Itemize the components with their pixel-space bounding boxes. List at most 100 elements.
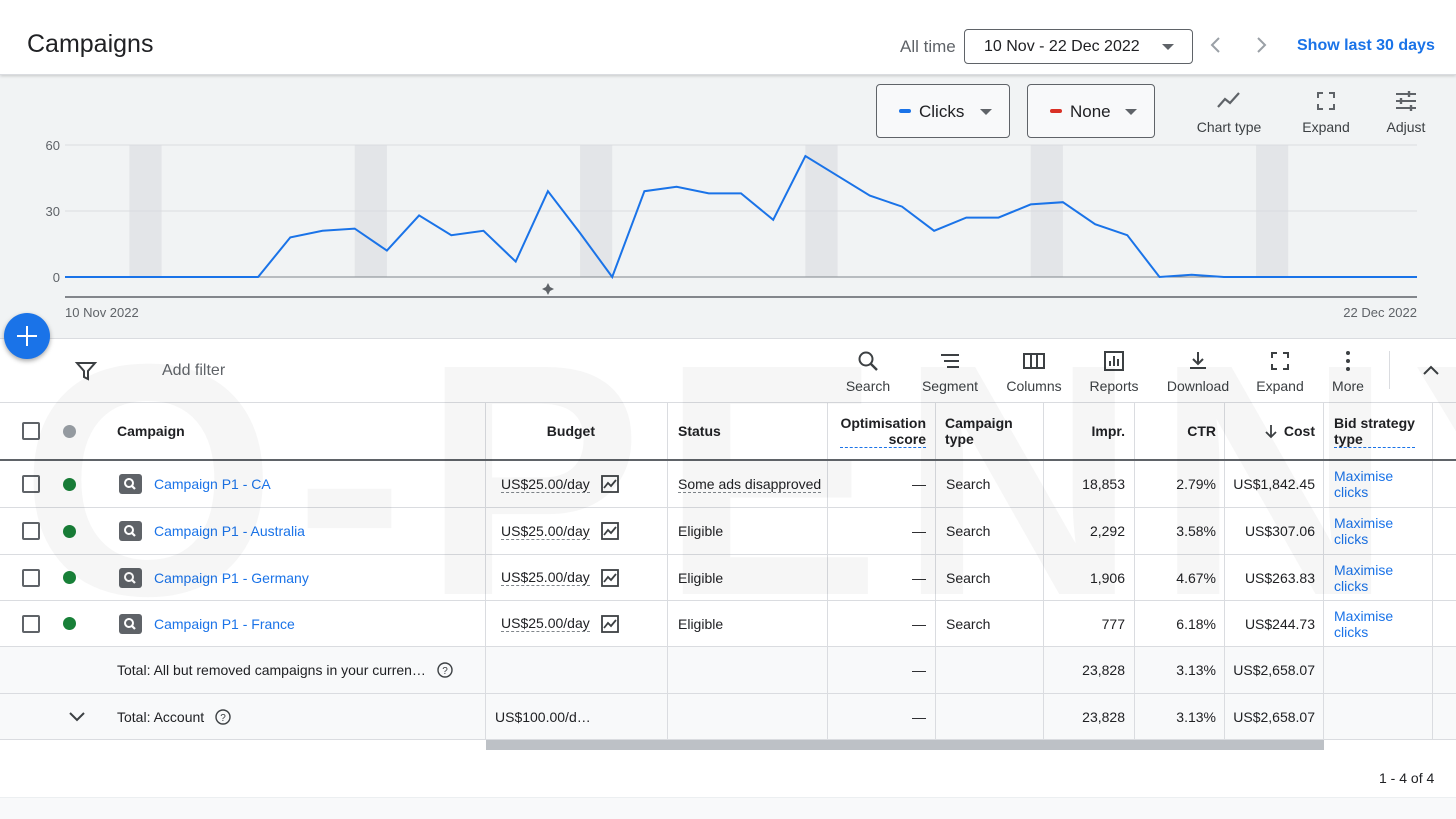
campaign-type-value: Search [946,476,991,492]
bid-strategy-link[interactable]: Maximise clicks [1334,562,1393,594]
budget-chart-icon[interactable] [600,521,620,541]
campaign-name-link[interactable]: Campaign P1 - France [154,616,295,632]
search-button[interactable]: Search [840,349,896,394]
row-checkbox[interactable] [22,522,40,540]
table-row: Campaign P1 - France US$25.00/day Eligib… [0,601,1456,647]
cost-value: US$307.06 [1244,523,1315,539]
show-last-30-days-link[interactable]: Show last 30 days [1297,37,1435,55]
total-ctr: 3.13% [1176,662,1216,678]
row-checkbox[interactable] [22,475,40,493]
status-text[interactable]: Some ads disapproved [678,476,822,493]
column-header-bid-strategy-type[interactable]: Bid strategy type [1334,403,1415,459]
row-checkbox[interactable] [22,614,40,633]
column-header-campaign[interactable]: Campaign [117,403,185,459]
toolbar-divider [1389,351,1390,389]
campaign-name-link[interactable]: Campaign P1 - Australia [154,523,305,539]
ctr-value: 3.58% [1176,523,1216,539]
horizontal-scrollbar[interactable] [486,740,1324,750]
reports-button[interactable]: Reports [1084,349,1144,394]
date-range-label: All time [900,37,956,56]
chart-adjust-button[interactable]: Adjust [1380,89,1432,135]
metric-2-color-swatch [1050,109,1062,113]
budget-value[interactable]: US$25.00/day [501,615,590,632]
chevron-up-icon[interactable] [1419,359,1443,388]
budget-chart-icon[interactable] [600,568,620,588]
dropdown-arrow-icon [1162,44,1174,50]
chevron-down-icon[interactable] [66,706,88,728]
column-header-optimisation-score[interactable]: Optimisation score [828,403,926,459]
search-campaign-icon [119,521,142,541]
metric-1-select[interactable]: Clicks [876,84,1010,138]
status-filter-dot[interactable] [63,424,76,438]
chart-type-icon [1217,92,1240,108]
download-button[interactable]: Download [1162,349,1234,394]
column-header-status[interactable]: Status [678,403,721,459]
dropdown-arrow-icon [1125,109,1137,115]
chart-adjust-label: Adjust [1386,119,1426,135]
ctr-value: 6.18% [1176,615,1216,632]
campaign-name-link[interactable]: Campaign P1 - Germany [154,570,309,586]
select-all-checkbox[interactable] [22,422,40,440]
add-filter-button[interactable]: Add filter [162,362,225,380]
budget-value[interactable]: US$25.00/day [501,523,590,540]
reports-label: Reports [1089,378,1139,394]
budget-value[interactable]: US$25.00/day [501,476,590,493]
metric-2-select[interactable]: None [1027,84,1155,138]
chart-type-button[interactable]: Chart type [1194,89,1264,135]
performance-chart-panel: 0 30 60 10 Nov 2022 22 Dec 2022 Clicks None … [0,75,1456,338]
enabled-status-dot[interactable] [63,617,76,630]
bid-strategy-link[interactable]: Maximise clicks [1334,608,1393,640]
columns-button[interactable]: Columns [1002,349,1066,394]
table-expand-label: Expand [1256,378,1304,394]
columns-label: Columns [1006,378,1062,394]
enabled-status-dot[interactable] [63,477,76,491]
campaign-name-link[interactable]: Campaign P1 - CA [154,476,271,492]
help-icon[interactable]: ? [436,661,454,679]
search-icon [858,351,878,371]
svg-text:?: ? [442,666,448,677]
budget-value[interactable]: US$25.00/day [501,569,590,586]
date-range-select[interactable]: 10 Nov - 22 Dec 2022 [964,29,1193,64]
x-end-label: 22 Dec 2022 [1343,305,1417,320]
total-impr: 23,828 [1082,662,1125,678]
segment-button[interactable]: Segment [918,349,982,394]
chart-expand-button[interactable]: Expand [1298,89,1354,135]
segment-icon [941,354,959,368]
more-button[interactable]: More [1324,349,1372,394]
pagination-summary: 1 - 4 of 4 [1379,770,1435,786]
search-campaign-icon [119,474,142,494]
impr-value: 1,906 [1089,569,1125,586]
column-header-budget[interactable]: Budget [486,403,595,459]
column-header-campaign-type[interactable]: Campaign type [945,403,1013,459]
impr-value: 2,292 [1089,523,1125,539]
expand-icon [1317,92,1335,110]
bid-strategy-link[interactable]: Maximise clicks [1334,468,1393,500]
column-header-ctr[interactable]: CTR [1135,403,1216,459]
cost-value: US$263.83 [1244,569,1315,586]
bid-strategy-link[interactable]: Maximise clicks [1334,515,1393,547]
status-text: Eligible [678,523,724,539]
row-checkbox[interactable] [22,568,40,587]
help-icon[interactable]: ? [214,708,232,726]
download-icon [1190,352,1206,369]
enabled-status-dot[interactable] [63,571,76,584]
cost-value: US$244.73 [1244,615,1315,632]
column-header-impr[interactable]: Impr. [1044,403,1125,459]
add-campaign-button[interactable] [4,313,50,359]
enabled-status-dot[interactable] [63,524,76,538]
chevron-left-icon[interactable] [1204,33,1228,59]
search-campaign-icon [119,613,142,634]
column-header-cost[interactable]: Cost [1225,403,1315,459]
search-campaign-icon [119,567,142,588]
download-label: Download [1166,378,1230,394]
table-expand-button[interactable]: Expand [1252,349,1308,394]
budget-chart-icon[interactable] [600,474,620,494]
chart-expand-label: Expand [1302,119,1350,135]
chevron-right-icon[interactable] [1249,33,1273,59]
budget-chart-icon[interactable] [600,614,620,634]
filter-icon[interactable] [74,360,98,387]
table-row: Campaign P1 - Australia US$25.00/day Eli… [0,508,1456,555]
optimisation-score-value: — [912,476,926,492]
table-row: Campaign P1 - CA US$25.00/day Some ads d… [0,461,1456,508]
total-account-budget: US$100.00/d… [495,708,591,725]
